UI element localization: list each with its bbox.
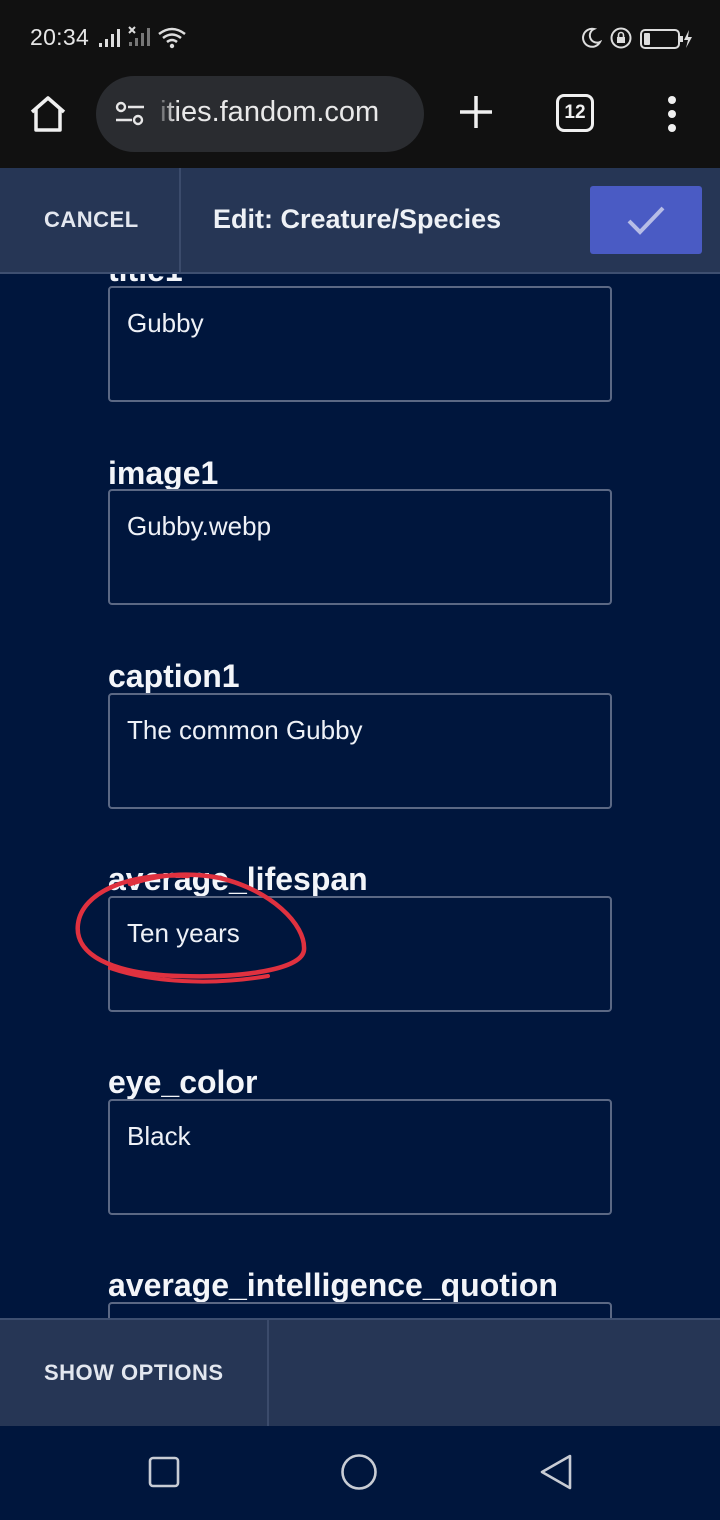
back-icon[interactable]: [538, 1453, 574, 1496]
status-bar: 20:34: [0, 0, 720, 76]
wifi-icon: [157, 27, 187, 54]
field-input-average-intelligence-quotion[interactable]: [108, 1302, 612, 1318]
save-button[interactable]: [590, 186, 702, 254]
field-value: Gubby: [127, 308, 204, 338]
do-not-disturb-icon: [580, 27, 603, 54]
site-settings-icon[interactable]: [114, 100, 146, 133]
editor-header: CANCEL Edit: Creature/Species: [0, 168, 720, 274]
browser-toolbar: ities.fandom.com 12: [0, 76, 720, 168]
field-label-image1: image1: [108, 455, 219, 491]
options-bar: SHOW OPTIONS: [0, 1318, 720, 1426]
checkmark-icon: [627, 206, 665, 235]
field-input-image1[interactable]: Gubby.webp: [108, 489, 612, 605]
show-options-button[interactable]: SHOW OPTIONS: [0, 1320, 268, 1426]
system-nav-bar: [0, 1426, 720, 1520]
url-text: ities.fandom.com: [160, 96, 380, 128]
field-input-title1[interactable]: Gubby: [108, 286, 612, 402]
home-icon[interactable]: [26, 92, 70, 136]
template-form: title1 Gubby image1 Gubby.webp caption1 …: [0, 274, 720, 1318]
tab-count-button[interactable]: 12: [556, 94, 594, 132]
red-annotation-circle: [75, 872, 307, 984]
battery-charging-icon: [640, 28, 692, 55]
field-value: Black: [127, 1121, 191, 1151]
home-nav-icon[interactable]: [340, 1453, 378, 1496]
menu-icon[interactable]: [660, 92, 684, 136]
field-value: The common Gubby: [127, 715, 363, 745]
no-signal-icon: [128, 26, 154, 53]
recent-apps-icon[interactable]: [148, 1456, 180, 1493]
options-divider: [267, 1320, 269, 1426]
header-divider: [179, 168, 181, 272]
field-value: Gubby.webp: [127, 511, 272, 541]
field-input-eye-color[interactable]: Black: [108, 1099, 612, 1215]
field-input-caption1[interactable]: The common Gubby: [108, 693, 612, 809]
cancel-button[interactable]: CANCEL: [0, 168, 180, 272]
editor-title: Edit: Creature/Species: [213, 204, 502, 234]
field-label-eye-color: eye_color: [108, 1064, 258, 1100]
new-tab-icon[interactable]: [456, 92, 496, 132]
lock-icon: [610, 27, 632, 54]
address-bar[interactable]: ities.fandom.com: [96, 76, 424, 152]
signal-icon: [98, 27, 124, 54]
field-label-average-intelligence-quotion: average_intelligence_quotion: [108, 1267, 558, 1303]
status-time: 20:34: [30, 24, 90, 50]
field-label-caption1: caption1: [108, 658, 240, 694]
